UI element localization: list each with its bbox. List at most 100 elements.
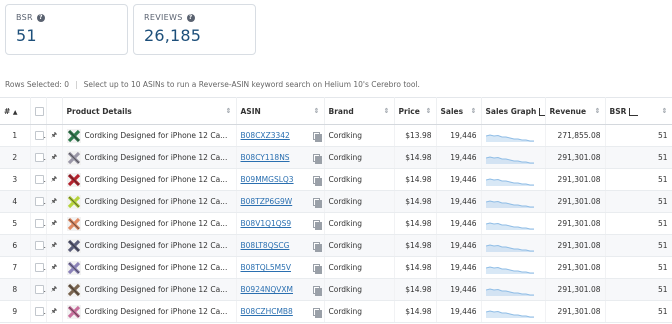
copy-icon[interactable] [312,264,322,274]
brand-cell: Cordking [324,168,395,191]
sales-sparkline[interactable] [485,240,534,252]
sales-cell: 19,446 [436,278,482,301]
row-checkbox[interactable] [30,168,47,191]
table-row[interactable]: 4 🖈 Cordking Designed for iPhone 12 Ca... B… [0,190,672,213]
pin-icon[interactable]: 🖈 [46,168,63,191]
product-details[interactable]: Cordking Designed for iPhone 12 Ca... [62,146,237,169]
copy-icon[interactable] [312,286,322,296]
sales-graph-cell[interactable] [481,278,546,301]
product-details[interactable]: Cordking Designed for iPhone 12 Ca... [62,190,237,213]
col-product[interactable]: Product Details ⇕ [62,97,237,125]
sales-graph-cell[interactable] [481,300,546,323]
pin-icon[interactable]: 🖈 [46,124,63,147]
sales-graph-cell[interactable] [481,234,546,257]
sales-sparkline[interactable] [485,152,534,164]
col-bsr[interactable]: BSR ⇕ [605,97,672,125]
asin-link[interactable]: B08CY118NS [241,153,290,162]
chart-icon[interactable] [539,107,544,116]
product-details[interactable]: Cordking Designed for iPhone 12 Ca... [62,212,237,235]
question-circle-icon[interactable]: ? [186,13,195,22]
col-sales-graph[interactable]: Sales Graph [481,97,546,125]
copy-icon[interactable] [312,308,322,318]
product-details[interactable]: Cordking Designed for iPhone 12 Ca... [62,124,237,147]
row-checkbox[interactable] [30,212,47,235]
row-checkbox[interactable] [30,234,47,257]
sales-graph-cell[interactable] [481,256,546,279]
pin-icon[interactable]: 🖈 [46,190,63,213]
col-price[interactable]: Price ⇕ [394,97,437,125]
sales-sparkline[interactable] [485,218,534,230]
row-checkbox[interactable] [30,300,47,323]
col-sales[interactable]: Sales ⇕ [436,97,482,125]
col-index[interactable]: # ▲ [0,97,31,125]
sales-sparkline[interactable] [485,262,534,274]
asin-link[interactable]: B08TZP6G9W [241,197,293,206]
chart-icon[interactable] [629,107,639,116]
table-row[interactable]: 7 🖈 Cordking Designed for iPhone 12 Ca... B… [0,256,672,279]
product-details[interactable]: Cordking Designed for iPhone 12 Ca... [62,256,237,279]
sales-graph-cell[interactable] [481,146,546,169]
copy-icon[interactable] [312,132,322,142]
asin-link[interactable]: B08TQL5M5V [241,263,292,272]
brand-cell: Cordking [324,300,395,323]
pin-icon[interactable]: 🖈 [46,234,63,257]
sales-graph-cell[interactable] [481,124,546,147]
sales-graph-cell[interactable] [481,168,546,191]
copy-icon[interactable] [312,154,322,164]
sort-icon[interactable]: ⇕ [426,107,432,115]
sales-sparkline[interactable] [485,196,534,208]
pin-icon[interactable]: 🖈 [46,300,63,323]
product-details[interactable]: Cordking Designed for iPhone 12 Ca... [62,300,237,323]
pin-icon[interactable]: 🖈 [46,212,63,235]
sales-sparkline[interactable] [485,174,534,186]
pin-icon[interactable]: 🖈 [46,278,63,301]
asin-link[interactable]: B09MMGSLQ3 [241,175,294,184]
table-row[interactable]: 8 🖈 Cordking Designed for iPhone 12 Ca... B… [0,278,672,301]
row-checkbox[interactable] [30,124,47,147]
row-checkbox[interactable] [30,190,47,213]
sort-icon[interactable]: ⇕ [384,107,390,115]
product-details[interactable]: Cordking Designed for iPhone 12 Ca... [62,168,237,191]
copy-icon[interactable] [312,242,322,252]
asin-link[interactable]: B08CZHCMB8 [241,307,293,316]
pin-icon[interactable]: 🖈 [46,256,63,279]
row-checkbox[interactable] [30,256,47,279]
sort-icon[interactable]: ⇕ [226,107,232,115]
asin-link[interactable]: B0924NQVXM [241,285,294,294]
col-revenue[interactable]: Revenue ⇕ [545,97,606,125]
asin-link[interactable]: B08V1Q1QS9 [241,219,292,228]
table-row[interactable]: 2 🖈 Cordking Designed for iPhone 12 Ca... B… [0,146,672,169]
row-checkbox[interactable] [30,278,47,301]
product-details[interactable]: Cordking Designed for iPhone 12 Ca... [62,234,237,257]
sales-sparkline[interactable] [485,284,534,296]
asin-link[interactable]: B08CXZ3342 [241,131,290,140]
price-cell: $14.98 [394,300,437,323]
question-circle-icon[interactable]: ? [36,13,45,22]
col-brand[interactable]: Brand ⇕ [324,97,395,125]
copy-icon[interactable] [312,176,322,186]
asin-link[interactable]: B08LT8QSCG [241,241,290,250]
sales-sparkline[interactable] [485,130,534,142]
product-details[interactable]: Cordking Designed for iPhone 12 Ca... [62,278,237,301]
row-checkbox[interactable] [30,146,47,169]
sales-sparkline[interactable] [485,306,534,318]
table-row[interactable]: 5 🖈 Cordking Designed for iPhone 12 Ca... B… [0,212,672,235]
sales-graph-cell[interactable] [481,190,546,213]
sales-graph-cell[interactable] [481,212,546,235]
row-index: 9 [0,300,31,323]
select-all-checkbox[interactable] [30,97,47,125]
sort-icon[interactable]: ⇕ [662,107,668,115]
table-row[interactable]: 3 🖈 Cordking Designed for iPhone 12 Ca... B… [0,168,672,191]
sort-icon[interactable]: ⇕ [595,107,601,115]
table-row[interactable]: 1 🖈 Cordking Designed for iPhone 12 Ca... B… [0,124,672,147]
sort-icon[interactable]: ⇕ [471,107,477,115]
copy-icon[interactable] [312,198,322,208]
table-row[interactable]: 9 🖈 Cordking Designed for iPhone 12 Ca... B… [0,300,672,323]
sort-icon[interactable]: ⇕ [314,107,320,115]
col-asin[interactable]: ASIN ⇕ [236,97,325,125]
row-index: 8 [0,278,31,301]
copy-icon[interactable] [312,220,322,230]
pin-icon[interactable]: 🖈 [46,146,63,169]
sort-asc-icon[interactable]: ▲ [13,109,18,116]
table-row[interactable]: 6 🖈 Cordking Designed for iPhone 12 Ca... B… [0,234,672,257]
